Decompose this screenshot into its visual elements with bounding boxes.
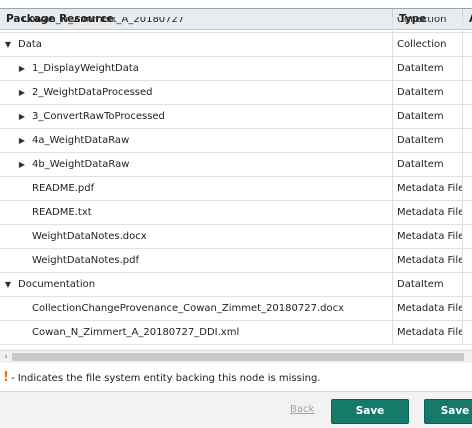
table-row[interactable]: WeightDataNotes.pdf Metadata File <box>0 249 472 273</box>
row-name: 4a_WeightDataRaw <box>32 135 130 146</box>
row-name-cell: Cowan_N_Zimmert_A_20180727_DDI.xml <box>0 321 393 344</box>
row-name: 3_ConvertRawToProcessed <box>32 111 165 122</box>
expand-caret-icon[interactable]: ▶ <box>16 129 28 152</box>
missing-entity-note-text: - Indicates the file system entity backi… <box>10 373 321 384</box>
row-type: DataItem <box>393 57 463 80</box>
warning-exclamation-icon: ! <box>3 370 9 385</box>
save-button[interactable]: Save <box>331 399 409 424</box>
row-name-cell: ▶ 3_ConvertRawToProcessed <box>0 105 393 128</box>
row-type: DataItem <box>393 81 463 104</box>
scrollbar-thumb[interactable] <box>12 353 464 361</box>
row-name-cell: README.pdf <box>0 177 393 200</box>
row-type: Collection <box>393 33 463 56</box>
row-name: WeightDataNotes.pdf <box>32 255 139 266</box>
row-type: Metadata File <box>393 177 463 200</box>
row-name-cell: ▶ 2_WeightDataProcessed <box>0 81 393 104</box>
row-name: 4b_WeightDataRaw <box>32 159 130 170</box>
row-name-cell: CollectionChangeProvenance_Cowan_Zimmet_… <box>0 297 393 320</box>
row-type: Metadata File <box>393 321 463 344</box>
collapse-caret-icon[interactable]: ▼ <box>2 273 14 296</box>
row-name-cell: WeightDataNotes.docx <box>0 225 393 248</box>
row-name: Cowan_N_Zimmert_A_20180727_DDI.xml <box>32 327 240 338</box>
row-type: DataItem <box>393 273 463 296</box>
expand-caret-icon[interactable]: ▶ <box>16 81 28 104</box>
row-name: Documentation <box>18 279 96 290</box>
table-row[interactable]: ▶ 1_DisplayWeightData DataItem <box>0 57 472 81</box>
row-type: DataItem <box>393 129 463 152</box>
row-name: 1_DisplayWeightData <box>32 63 139 74</box>
row-name-cell: README.txt <box>0 201 393 224</box>
row-type: Metadata File <box>393 249 463 272</box>
table-row[interactable]: ▶ 4a_WeightDataRaw DataItem <box>0 129 472 153</box>
table-row[interactable]: README.txt Metadata File <box>0 201 472 225</box>
row-name: Cowan_N_Zimmert_A_20180727 <box>22 17 185 25</box>
row-name: CollectionChangeProvenance_Cowan_Zimmet_… <box>32 303 345 314</box>
table-row[interactable]: CollectionChangeProvenance_Cowan_Zimmet_… <box>0 297 472 321</box>
row-type: Collection <box>393 17 463 32</box>
table-row-partial[interactable]: Cowan_N_Zimmert_A_20180727 Collection <box>0 17 472 33</box>
row-type: DataItem <box>393 105 463 128</box>
expand-caret-icon[interactable]: ▶ <box>16 57 28 80</box>
table-row[interactable]: WeightDataNotes.docx Metadata File <box>0 225 472 249</box>
table-row[interactable]: ▼ Data Collection <box>0 33 472 57</box>
row-name-cell: ▼ Documentation <box>0 273 393 296</box>
wizard-footer: Back Save Save <box>0 392 472 428</box>
table-row[interactable]: README.pdf Metadata File <box>0 177 472 201</box>
missing-entity-note: ! - Indicates the file system entity back… <box>3 370 320 386</box>
row-name: README.txt <box>32 207 92 218</box>
row-name: 2_WeightDataProcessed <box>32 87 153 98</box>
row-name: README.pdf <box>32 183 95 194</box>
table-row[interactable]: ▶ 2_WeightDataProcessed DataItem <box>0 81 472 105</box>
table-row[interactable]: Cowan_N_Zimmert_A_20180727_DDI.xml Metada… <box>0 321 472 345</box>
save-and-continue-button[interactable]: Save <box>424 399 472 424</box>
expand-caret-icon[interactable]: ▶ <box>16 105 28 128</box>
back-button[interactable]: Back <box>290 404 314 415</box>
horizontal-scrollbar[interactable]: ‹ <box>0 350 472 363</box>
expand-caret-icon[interactable]: ▶ <box>16 153 28 176</box>
table-row[interactable]: ▶ 3_ConvertRawToProcessed DataItem <box>0 105 472 129</box>
table-row[interactable]: ▼ Documentation DataItem <box>0 273 472 297</box>
row-type: Metadata File <box>393 201 463 224</box>
collapse-caret-icon[interactable]: ▼ <box>2 33 14 56</box>
row-name-cell: Cowan_N_Zimmert_A_20180727 <box>0 17 393 32</box>
row-name-cell: ▶ 4b_WeightDataRaw <box>0 153 393 176</box>
row-type: Metadata File <box>393 225 463 248</box>
row-name: WeightDataNotes.docx <box>32 231 147 242</box>
row-type: DataItem <box>393 153 463 176</box>
row-name: Data <box>18 39 42 50</box>
scroll-left-arrow-icon[interactable]: ‹ <box>1 351 11 363</box>
row-name-cell: WeightDataNotes.pdf <box>0 249 393 272</box>
row-name-cell: ▶ 4a_WeightDataRaw <box>0 129 393 152</box>
row-type: Metadata File <box>393 297 463 320</box>
row-name-cell: ▼ Data <box>0 33 393 56</box>
package-resource-grid: Package Resource Type A Cowan_N_Zimmert_… <box>0 8 472 363</box>
row-name-cell: ▶ 1_DisplayWeightData <box>0 57 393 80</box>
table-row[interactable]: ▶ 4b_WeightDataRaw DataItem <box>0 153 472 177</box>
